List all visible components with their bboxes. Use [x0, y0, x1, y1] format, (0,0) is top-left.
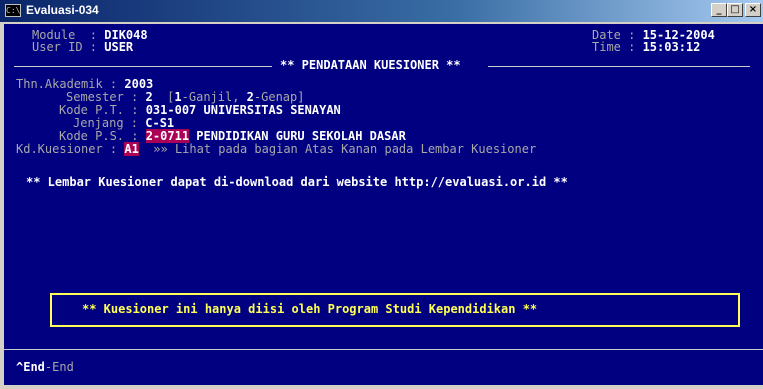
- time-value: 15:03:12: [642, 40, 701, 54]
- header-rule-right: [488, 66, 750, 67]
- notice-box: ** Kuesioner ini hanya diisi oleh Progra…: [50, 293, 740, 327]
- minimize-button[interactable]: _: [711, 3, 727, 17]
- footer-shortcut[interactable]: ^End-End: [16, 361, 74, 374]
- notice-text: ** Kuesioner ini hanya diisi oleh Progra…: [82, 302, 538, 316]
- semester-hint-option-2: 2: [246, 90, 254, 104]
- kd-kuesioner-row: Kd.Kuesioner : A1 »» Lihat pada bagian A…: [16, 142, 537, 156]
- user-id-label: User ID :: [32, 40, 105, 54]
- kode-ps-label: Kode P.S. :: [59, 129, 146, 143]
- time-row: Time : 15:03:12: [592, 41, 700, 54]
- footer-rule: [4, 349, 763, 350]
- kode-pt-label: Kode P.T. :: [59, 103, 146, 117]
- footer-action: -End: [44, 360, 74, 374]
- semester-hint-option-1: 1: [174, 90, 182, 104]
- time-label: Time :: [592, 40, 643, 54]
- maximize-button[interactable]: □: [727, 3, 743, 17]
- jenjang-label: Jenjang :: [73, 116, 146, 130]
- console-screen[interactable]: Module : DIK048 User ID : USER Date : 15…: [4, 24, 763, 385]
- download-info-line: ** Lembar Kuesioner dapat di-download da…: [26, 175, 568, 189]
- kd-kuesioner-label: Kd.Kuesioner :: [16, 142, 125, 156]
- user-row: User ID : USER: [32, 41, 133, 54]
- header-rule-left: [14, 66, 272, 67]
- title-bar[interactable]: C:\ Evaluasi-034 _ □ ×: [0, 0, 763, 22]
- kd-kuesioner-hint: »» Lihat pada bagian Atas Kanan pada Lem…: [153, 142, 537, 156]
- semester-value[interactable]: 2: [145, 90, 152, 104]
- thn-akademik-value[interactable]: 2003: [124, 77, 153, 91]
- semester-hint-genap: -Genap]: [253, 90, 305, 104]
- user-id-value: USER: [104, 40, 134, 54]
- thn-akademik-label: Thn.Akademik :: [16, 77, 125, 91]
- jenjang-value[interactable]: C-S1: [145, 116, 174, 130]
- window-title: Evaluasi-034: [26, 3, 99, 17]
- screen-title: ** PENDATAAN KUESIONER **: [280, 58, 461, 72]
- kode-pt-value[interactable]: 031-007 UNIVERSITAS SENAYAN: [146, 103, 341, 117]
- semester-label: Semester :: [66, 90, 146, 104]
- console-window: C:\ Evaluasi-034 _ □ × Module : DIK048 U…: [0, 0, 763, 389]
- kode-ps-code[interactable]: 2-0711: [145, 129, 190, 143]
- console-app-icon[interactable]: C:\: [5, 4, 21, 17]
- semester-hint-ganjil: -Ganjil,: [181, 90, 247, 104]
- footer-key[interactable]: ^End: [16, 360, 45, 374]
- kode-ps-name: PENDIDIKAN GURU SEKOLAH DASAR: [189, 129, 406, 143]
- close-button[interactable]: ×: [745, 3, 761, 17]
- kd-kuesioner-input[interactable]: A1: [124, 142, 139, 156]
